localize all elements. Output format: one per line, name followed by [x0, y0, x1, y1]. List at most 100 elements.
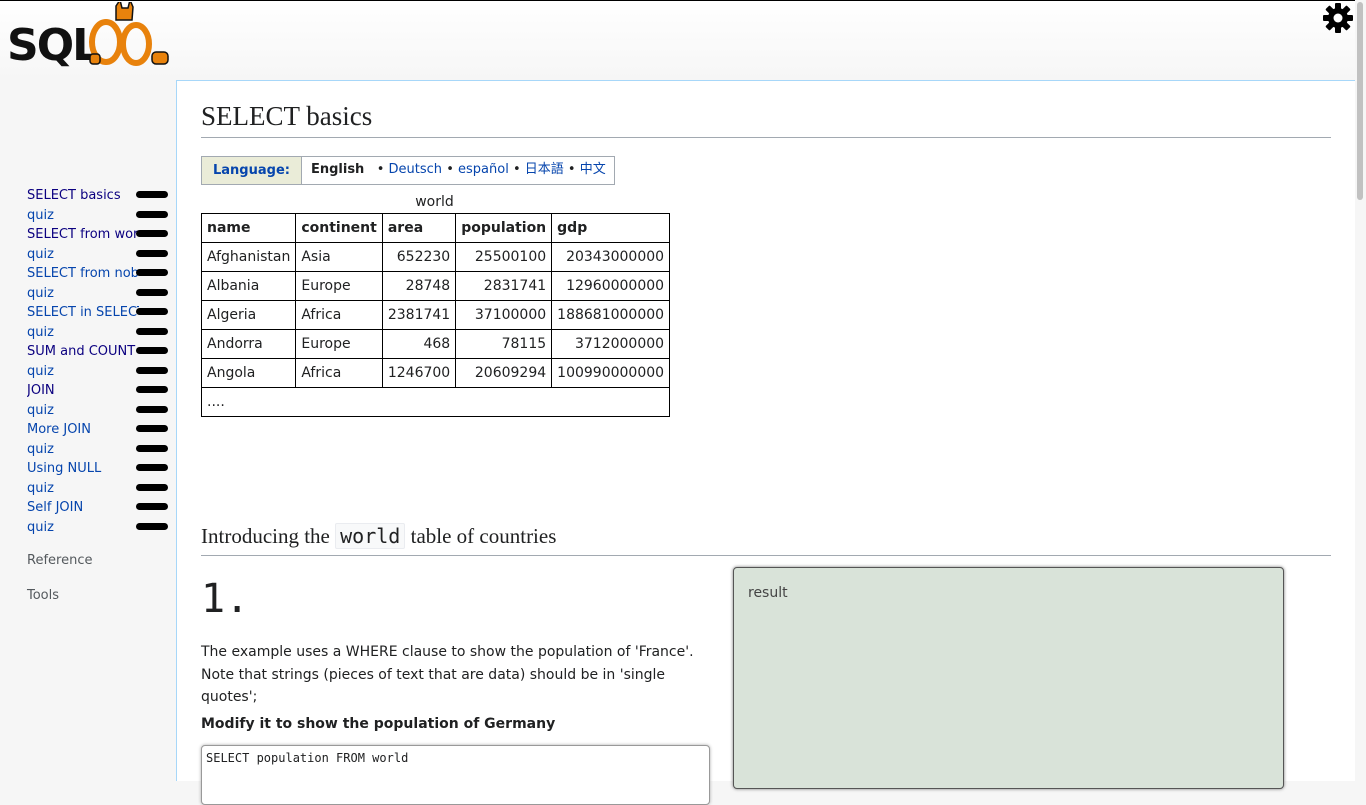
sidebar-item-link[interactable]: quiz — [27, 362, 139, 382]
sidebar-item-link[interactable]: quiz — [27, 479, 139, 499]
question-text: The example uses a WHERE clause to show … — [201, 644, 694, 705]
sidebar-item: quiz — [0, 479, 176, 499]
sidebar-toggle-pill[interactable] — [136, 405, 168, 413]
column-header: name — [200, 213, 297, 243]
sidebar-tools[interactable]: Tools — [27, 588, 59, 603]
table-cell: 468 — [381, 329, 457, 359]
question-number: 1. — [201, 576, 250, 622]
language-label: Language: — [202, 157, 302, 184]
sidebar-toggle-pill[interactable] — [136, 386, 168, 393]
table-row: Algeria Africa 2381741 37100000 188681000000 — [200, 300, 671, 330]
scrollbar-thumb[interactable] — [1357, 2, 1363, 200]
column-header: continent — [295, 213, 383, 243]
sidebar-item-link[interactable]: SUM and COUNT — [27, 342, 139, 362]
table-row: Afghanistan Asia 652230 25500100 20343000000 — [200, 242, 671, 272]
table-cell: 78115 — [455, 329, 553, 359]
result-label: result — [748, 585, 788, 601]
sidebar-toggle-pill[interactable] — [136, 230, 168, 237]
result-panel: result — [733, 567, 1284, 789]
section-title-code: world — [335, 523, 406, 549]
sidebar-item: quiz — [0, 284, 176, 304]
table-cell: Asia — [295, 242, 383, 272]
table-cell: 37100000 — [455, 300, 553, 330]
table-cell: 3712000000 — [551, 329, 671, 359]
table-cell: 25500100 — [455, 242, 553, 272]
sidebar-toggle-pill[interactable] — [136, 464, 168, 471]
table-cell: 20609294 — [455, 358, 553, 388]
sidebar-toggle-pill[interactable] — [136, 347, 168, 354]
sql-editor[interactable]: SELECT population FROM world — [201, 745, 710, 805]
table-cell: Europe — [295, 271, 383, 301]
table-cell: 2381741 — [381, 300, 457, 330]
sidebar-toggle-pill[interactable] — [136, 366, 168, 374]
sidebar-item: quiz — [0, 323, 176, 343]
sidebar-toggle-pill[interactable] — [136, 503, 168, 510]
sidebar-toggle-pill[interactable] — [136, 522, 168, 530]
sidebar-item-link[interactable]: Using NULL — [27, 459, 139, 479]
page-title: SELECT basics — [201, 101, 1331, 138]
sidebar-nav-list: SELECT basics quiz SELECT from world quiz SE… — [0, 186, 176, 537]
section-title-after: table of countries — [410, 524, 557, 548]
sidebar-toggle-pill[interactable] — [136, 210, 168, 218]
sidebar-item-link[interactable]: More JOIN — [27, 420, 139, 440]
sidebar-toggle-pill[interactable] — [136, 483, 168, 491]
sidebar-item-link[interactable]: SELECT in SELECT — [27, 303, 139, 323]
question-task: Modify it to show the population of Germ… — [201, 716, 556, 732]
language-link-japanese[interactable]: 日本語 — [525, 162, 564, 177]
language-link-chinese[interactable]: 中文 — [580, 162, 606, 177]
sidebar-item: quiz — [0, 440, 176, 460]
table-cell: 652230 — [381, 242, 457, 272]
language-box: Language: English • Deutsch • español • … — [201, 156, 615, 185]
table-caption: world — [415, 194, 454, 210]
scrollbar[interactable] — [1355, 0, 1366, 768]
sidebar-item: Using NULL — [0, 459, 176, 479]
sidebar-item-link[interactable]: quiz — [27, 206, 139, 226]
sqlzoo-logo[interactable]: SQL — [6, 2, 170, 70]
sidebar-toggle-pill[interactable] — [136, 444, 168, 452]
sidebar-item-link[interactable]: quiz — [27, 323, 139, 343]
sidebar-reference[interactable]: Reference — [27, 553, 92, 568]
sidebar-item: JOIN — [0, 381, 176, 401]
sidebar-item: quiz — [0, 245, 176, 265]
sidebar-toggle-pill[interactable] — [136, 288, 168, 296]
sidebar-toggle-pill[interactable] — [136, 249, 168, 257]
table-cell: Europe — [295, 329, 383, 359]
sidebar-toggle-pill[interactable] — [136, 425, 168, 432]
sidebar-toggle-pill[interactable] — [136, 327, 168, 335]
table-cell: Angola — [200, 358, 297, 388]
sidebar-item-link[interactable]: SELECT from nobel — [27, 264, 139, 284]
sidebar-item-link[interactable]: Self JOIN — [27, 498, 139, 518]
table-cell: Afghanistan — [200, 242, 297, 272]
table-cell: 188681000000 — [551, 300, 671, 330]
sidebar-item: quiz — [0, 362, 176, 382]
table-row: Albania Europe 28748 2831741 12960000000 — [200, 271, 671, 301]
language-link-espanol[interactable]: español — [458, 162, 509, 177]
language-current: English — [310, 162, 365, 177]
column-header: area — [381, 213, 457, 243]
sidebar-toggle-pill[interactable] — [136, 308, 168, 315]
sidebar-toggle-pill[interactable] — [136, 191, 168, 198]
gear-icon[interactable] — [1322, 2, 1354, 34]
table-cell: Africa — [295, 358, 383, 388]
sidebar-item-link[interactable]: quiz — [27, 440, 139, 460]
sidebar-item-link[interactable]: quiz — [27, 284, 139, 304]
sidebar-item: quiz — [0, 518, 176, 538]
table-cell: 2831741 — [455, 271, 553, 301]
table-cell: Africa — [295, 300, 383, 330]
sidebar-item-link[interactable]: SELECT basics — [27, 186, 139, 206]
sidebar-toggle-pill[interactable] — [136, 269, 168, 276]
sidebar-item: SELECT from nobel — [0, 264, 176, 284]
header — [0, 1, 1355, 80]
language-link-deutsch[interactable]: Deutsch — [389, 162, 443, 177]
sidebar-item-link[interactable]: quiz — [27, 401, 139, 421]
sidebar-item-link[interactable]: quiz — [27, 518, 139, 538]
sidebar-item-link[interactable]: JOIN — [27, 381, 139, 401]
section-title-before: Introducing the — [201, 524, 330, 548]
sidebar-item: quiz — [0, 206, 176, 226]
sidebar-item: SELECT basics — [0, 186, 176, 206]
sidebar-item-link[interactable]: SELECT from world — [27, 225, 139, 245]
table-cell: Albania — [200, 271, 297, 301]
sidebar-item-link[interactable]: quiz — [27, 245, 139, 265]
main-content: SELECT basics Language: English • Deutsc… — [176, 80, 1355, 805]
table-ellipsis: .... — [200, 387, 671, 417]
